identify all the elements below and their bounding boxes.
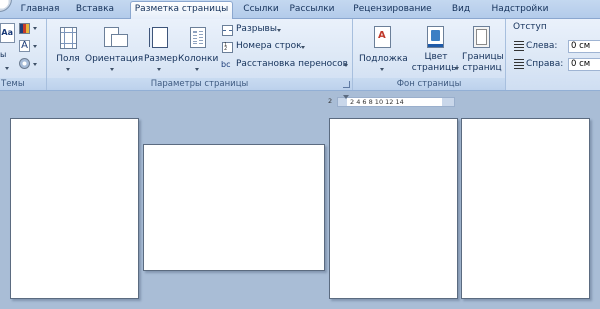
margins-arrow <box>66 68 70 71</box>
line-numbers-label: Номера строк <box>236 41 302 51</box>
theme-fonts-arrow[interactable] <box>33 45 37 48</box>
size-arrow <box>157 68 161 71</box>
indent-right-label: Справа: <box>526 59 564 69</box>
page-borders-icon <box>473 26 490 48</box>
group-label-page-setup: Параметры страницы <box>47 78 352 90</box>
tab-insert[interactable]: Вставка <box>70 2 120 19</box>
page-thumbnail-landscape[interactable] <box>143 144 325 271</box>
page-color-label-line1: Цвет <box>424 52 448 62</box>
indent-right-icon <box>514 59 524 69</box>
ruler-left-number: 2 <box>328 97 333 105</box>
page-borders-label-line1: Границы <box>462 52 504 62</box>
tab-page-layout[interactable]: Разметка страницы <box>130 1 233 20</box>
theme-colors-arrow[interactable] <box>33 27 37 30</box>
indent-left-icon <box>514 41 524 51</box>
group-label-page-background: Фон страницы <box>353 78 505 90</box>
breaks-label: Разрывы <box>236 24 277 34</box>
theme-fonts-icon[interactable]: A <box>19 40 30 52</box>
page-setup-dialog-launcher-icon[interactable] <box>343 81 350 88</box>
group-page-background: A Подложка Цвет страницы Границы страниц… <box>353 19 506 90</box>
tab-review[interactable]: Рецензирование <box>345 2 440 19</box>
page-borders-label-line2: страниц <box>462 63 502 73</box>
orientation-landscape-icon <box>111 34 128 47</box>
breaks-arrow <box>277 29 281 32</box>
group-label-themes: Темы <box>0 78 46 90</box>
hyphenation-arrow <box>344 64 348 67</box>
watermark-arrow <box>380 68 384 71</box>
margins-label: Поля <box>56 54 80 64</box>
indent-title: Отступ <box>513 22 547 32</box>
tab-home[interactable]: Главная <box>18 2 62 19</box>
tab-view[interactable]: Вид <box>448 2 474 19</box>
ribbon-tab-bar: Главная Вставка Разметка страницы Ссылки… <box>0 0 600 20</box>
page-color-icon <box>427 26 444 48</box>
indent-left-label: Слева: <box>526 41 558 51</box>
ruler-right-margin <box>442 98 454 106</box>
theme-effects-arrow[interactable] <box>33 63 37 66</box>
page-color-label-line2: страницы <box>411 63 459 73</box>
page-color-arrow <box>455 67 459 70</box>
margins-icon <box>60 27 77 49</box>
columns-arrow <box>195 68 199 71</box>
ruler-left-margin <box>338 98 347 106</box>
breaks-icon <box>222 25 233 36</box>
group-themes: Aa ы A Темы <box>0 19 47 90</box>
orientation-arrow <box>110 68 114 71</box>
size-label: Размер <box>144 54 178 64</box>
theme-effects-icon[interactable] <box>19 58 30 69</box>
size-icon <box>149 27 168 48</box>
hyphenation-label: Расстановка переносов <box>236 59 348 69</box>
horizontal-ruler[interactable]: 2 2 4 6 8 10 12 14 <box>328 95 455 107</box>
theme-colors-icon[interactable] <box>19 23 30 34</box>
ruler-ticks: 2 4 6 8 10 12 14 <box>350 98 404 106</box>
watermark-label: Подложка <box>359 54 408 64</box>
tab-mailings[interactable]: Рассылки <box>286 2 338 19</box>
page-thumbnail-portrait-2[interactable] <box>329 118 458 299</box>
indent-left-input[interactable]: 0 см <box>568 40 600 53</box>
columns-label: Колонки <box>178 54 219 64</box>
indent-right-input[interactable]: 0 см <box>568 58 600 71</box>
page-thumbnail-portrait-3[interactable] <box>461 118 590 299</box>
themes-dropdown-arrow[interactable] <box>5 67 9 70</box>
themes-button[interactable]: Aa <box>0 23 15 43</box>
columns-icon <box>190 27 206 48</box>
line-numbers-arrow <box>301 46 305 49</box>
orientation-label: Ориентация <box>85 54 144 64</box>
group-page-setup: Поля Ориентация Размер Колонки Разрывы 1… <box>47 19 353 90</box>
group-paragraph: Отступ Слева: 0 см Справа: 0 см <box>506 19 600 90</box>
first-line-indent-marker[interactable] <box>343 95 349 99</box>
line-numbers-icon: 12 <box>222 42 233 53</box>
page-thumbnail-portrait-1[interactable] <box>10 118 139 299</box>
tab-references[interactable]: Ссылки <box>240 2 282 19</box>
tab-addins[interactable]: Надстройки <box>482 2 558 19</box>
office-button[interactable] <box>0 0 12 12</box>
watermark-icon: A <box>374 26 391 48</box>
hyphenation-icon: bc <box>221 60 231 69</box>
themes-button-label-tail: ы <box>0 50 7 59</box>
